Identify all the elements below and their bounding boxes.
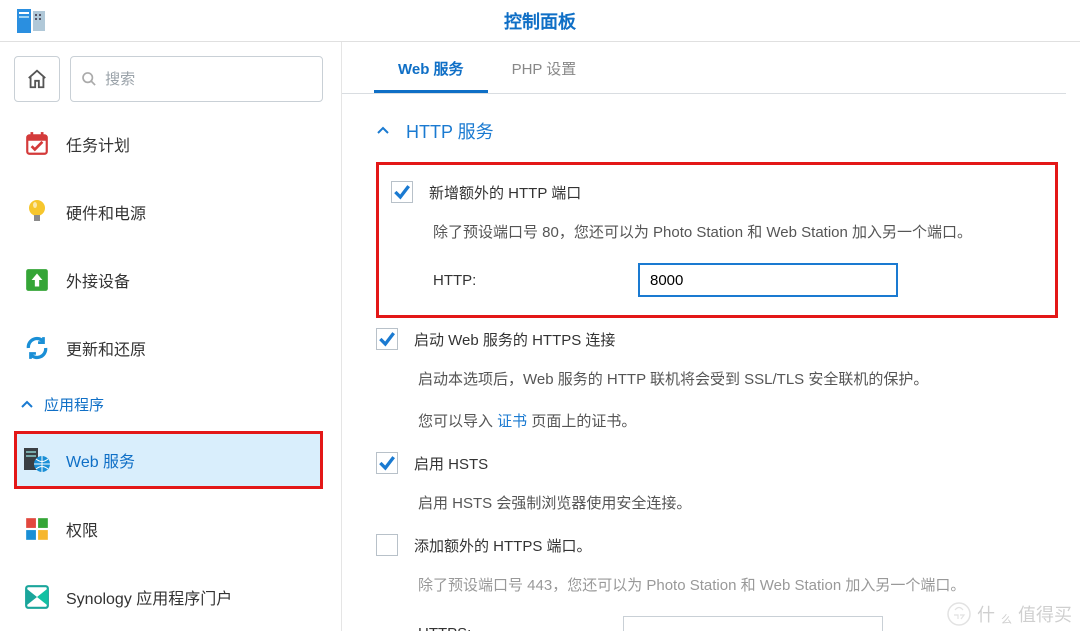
checkbox-label: 新增额外的 HTTP 端口 — [429, 182, 581, 203]
sidebar-item-label: Web 服务 — [66, 448, 135, 472]
search-icon — [81, 70, 97, 88]
description-text: 您可以导入 证书 页面上的证书。 — [376, 410, 1058, 434]
checkbox-https-enable[interactable] — [376, 328, 398, 350]
sidebar-item-update[interactable]: 更新和还原 — [14, 320, 323, 376]
sidebar-item-label: 权限 — [66, 517, 98, 541]
bulb-icon — [22, 198, 52, 226]
chevron-up-icon — [20, 398, 34, 412]
section-title: HTTP 服务 — [406, 118, 494, 144]
app-icon — [14, 7, 50, 35]
sidebar-item-ext[interactable]: 外接设备 — [14, 252, 323, 308]
search-box[interactable] — [70, 56, 323, 102]
search-input[interactable] — [105, 71, 312, 88]
home-icon — [26, 68, 48, 90]
sidebar-item-label: 硬件和电源 — [66, 200, 146, 224]
grid-icon — [22, 516, 52, 542]
tab-web[interactable]: Web 服务 — [374, 46, 488, 93]
sidebar-item-portal[interactable]: Synology 应用程序门户 — [14, 569, 323, 625]
upload-icon — [22, 267, 52, 293]
sidebar-item-label: Synology 应用程序门户 — [66, 585, 232, 609]
portal-icon — [22, 584, 52, 610]
checkbox-hsts[interactable] — [376, 452, 398, 474]
sidebar-item-task[interactable]: 任务计划 — [14, 116, 323, 172]
tab-php[interactable]: PHP 设置 — [488, 46, 601, 93]
sidebar-item-perm[interactable]: 权限 — [14, 501, 323, 557]
field-label-http: HTTP: — [433, 272, 638, 289]
description-text: 启用 HSTS 会强制浏览器使用安全连接。 — [376, 492, 1058, 516]
watermark: 什么值得买 — [947, 601, 1072, 627]
section-http[interactable]: HTTP 服务 — [376, 116, 1058, 162]
sidebar-item-power[interactable]: 硬件和电源 — [14, 184, 323, 240]
sidebar-item-web[interactable]: Web 服务 — [14, 431, 323, 489]
description-text: 除了预设端口号 80，您还可以为 Photo Station 和 Web Sta… — [391, 221, 1043, 245]
checkbox-label: 添加额外的 HTTPS 端口。 — [414, 535, 592, 556]
http-port-input[interactable] — [638, 263, 898, 297]
home-button[interactable] — [14, 56, 60, 102]
chevron-up-icon — [376, 124, 390, 138]
description-text: 除了预设端口号 443，您还可以为 Photo Station 和 Web St… — [376, 574, 1058, 598]
sidebar-section-label: 应用程序 — [44, 394, 104, 415]
sidebar-section-apps[interactable]: 应用程序 — [14, 388, 323, 421]
content-area: Web 服务 PHP 设置 HTTP 服务 新增额外的 HTTP 端口 除了预设… — [342, 42, 1080, 631]
checkbox-label: 启用 HSTS — [414, 453, 488, 474]
globe-server-icon — [22, 446, 52, 474]
checkbox-label: 启动 Web 服务的 HTTPS 连接 — [414, 329, 615, 350]
sidebar-item-label: 任务计划 — [66, 132, 130, 156]
sidebar: 任务计划 硬件和电源 外接设备 — [0, 42, 342, 631]
calendar-icon — [22, 131, 52, 157]
refresh-icon — [22, 335, 52, 361]
https-port-input — [623, 616, 883, 631]
checkbox-http-extra[interactable] — [391, 181, 413, 203]
field-label-https: HTTPS: — [418, 625, 623, 631]
sidebar-item-label: 外接设备 — [66, 268, 130, 292]
cert-link[interactable]: 证书 — [497, 413, 527, 430]
highlighted-area: 新增额外的 HTTP 端口 除了预设端口号 80，您还可以为 Photo Sta… — [376, 162, 1058, 318]
checkbox-https-extra[interactable] — [376, 534, 398, 556]
sidebar-item-label: 更新和还原 — [66, 336, 146, 360]
page-title: 控制面板 — [504, 8, 576, 34]
description-text: 启动本选项后，Web 服务的 HTTP 联机将会受到 SSL/TLS 安全联机的… — [376, 368, 1058, 392]
